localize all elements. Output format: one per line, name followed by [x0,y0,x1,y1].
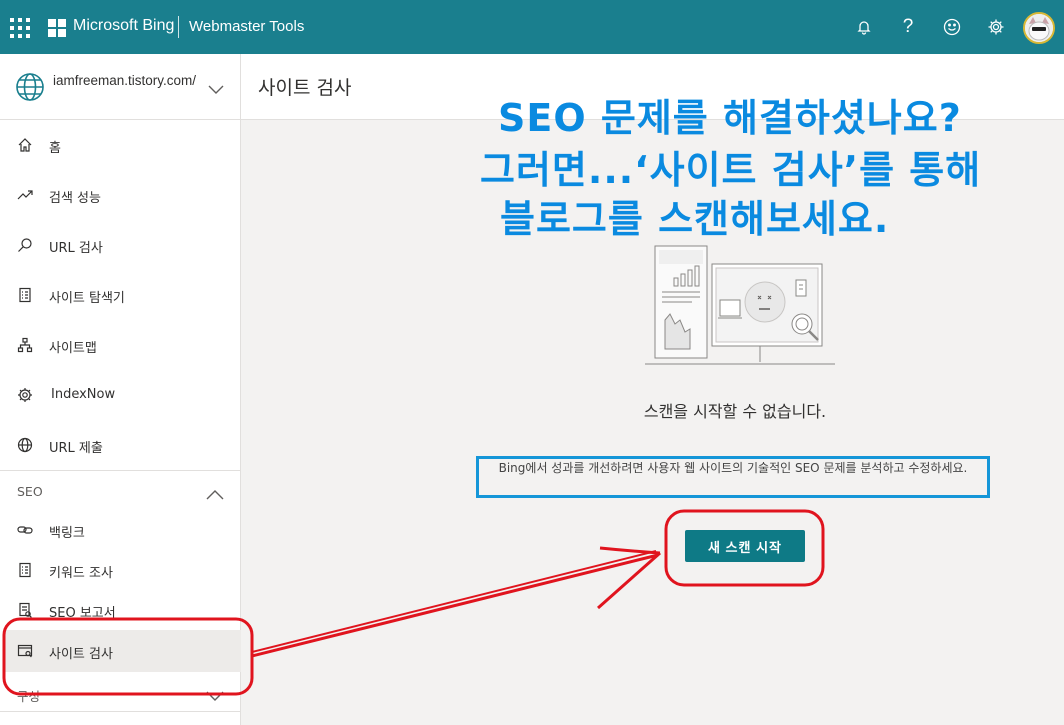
sidebar-item-label: IndexNow [51,387,116,402]
scan-illustration [640,240,840,370]
document-list-icon [16,286,34,304]
sitemap-icon [16,336,34,354]
scan-description: Bing에서 성과를 개선하려면 사용자 웹 사이트의 기술적인 SEO 문제를… [498,461,968,475]
report-icon [16,601,34,619]
sidebar-item-site-scan[interactable]: 사이트 검사 [4,630,241,672]
sidebar-item-label: 백링크 [49,526,85,541]
sidebar-item-keyword-research[interactable]: 키워드 조사 [0,549,240,591]
brand-name[interactable]: Microsoft Bing [73,17,174,35]
home-icon [16,136,34,154]
sidebar-item-search-performance[interactable]: 검색 성능 [0,174,240,216]
sidebar-item-url-submit[interactable]: URL 제출 [0,424,240,466]
sidebar-item-label: 홈 [49,141,61,156]
sidebar-divider [0,470,240,471]
sidebar: iamfreeman.tistory.com/ 홈 검색 성능 URL 검사 사… [0,54,241,725]
microsoft-logo-icon [48,19,66,37]
chevron-down-icon[interactable] [206,687,224,706]
section-label: SEO [17,484,43,499]
annotation-text-line-3: 블로그를 스캔해보세요. [500,197,890,241]
product-name[interactable]: Webmaster Tools [189,18,304,35]
sidebar-item-label: SEO 보고서 [49,606,116,621]
scan-headline: 스캔을 시작할 수 없습니다. [643,402,827,421]
user-avatar[interactable] [1023,12,1055,44]
sidebar-item-sitemap[interactable]: 사이트맵 [0,324,240,366]
app-launcher-icon[interactable] [10,18,30,38]
sidebar-item-label: URL 검사 [49,241,103,256]
brand-divider [178,16,179,38]
sidebar-item-site-explorer[interactable]: 사이트 탐색기 [0,274,240,316]
sidebar-divider [0,711,240,712]
sidebar-item-label: 사이트맵 [49,341,97,356]
start-new-scan-button[interactable]: 새 스캔 시작 [685,530,805,562]
bell-icon[interactable] [851,14,877,40]
seo-section-header[interactable]: SEO [0,477,240,507]
sidebar-item-seo-reports[interactable]: SEO 보고서 [0,589,240,631]
trending-up-icon [16,186,34,204]
annotation-text-line-1: SEO 문제를 해결하셨나요? [498,96,962,140]
gear-icon [16,386,34,404]
sidebar-item-indexnow[interactable]: IndexNow [0,374,240,416]
document-list-icon [16,561,34,579]
chevron-up-icon[interactable] [206,485,224,504]
sidebar-item-label: 키워드 조사 [49,566,113,581]
sidebar-item-label: 사이트 검사 [49,647,113,662]
sidebar-item-url-inspection[interactable]: URL 검사 [0,224,240,266]
sidebar-item-label: URL 제출 [49,441,103,456]
settings-gear-icon[interactable] [983,14,1009,40]
sidebar-item-backlinks[interactable]: 백링크 [0,509,240,551]
chevron-down-icon[interactable] [208,80,224,99]
feedback-smiley-icon[interactable] [939,14,965,40]
top-bar: Microsoft Bing Webmaster Tools ? [0,0,1064,54]
sidebar-item-label: 검색 성능 [49,191,101,206]
page-title: 사이트 검사 [258,77,352,99]
site-selector[interactable]: iamfreeman.tistory.com/ [0,54,240,120]
site-url: iamfreeman.tistory.com/ [53,73,197,88]
section-label: 구성 [17,689,41,704]
annotation-text-line-2: 그러면...‘사이트 검사’를 통해 [480,148,982,192]
sidebar-item-home[interactable]: 홈 [0,124,240,166]
site-scan-icon [16,642,34,660]
config-section-header[interactable]: 구성 [0,679,240,709]
globe-icon [15,72,45,102]
link-icon [16,521,34,539]
help-icon[interactable]: ? [895,14,921,40]
globe-icon [16,436,34,454]
sidebar-item-label: 사이트 탐색기 [49,291,125,306]
search-icon [16,236,34,254]
